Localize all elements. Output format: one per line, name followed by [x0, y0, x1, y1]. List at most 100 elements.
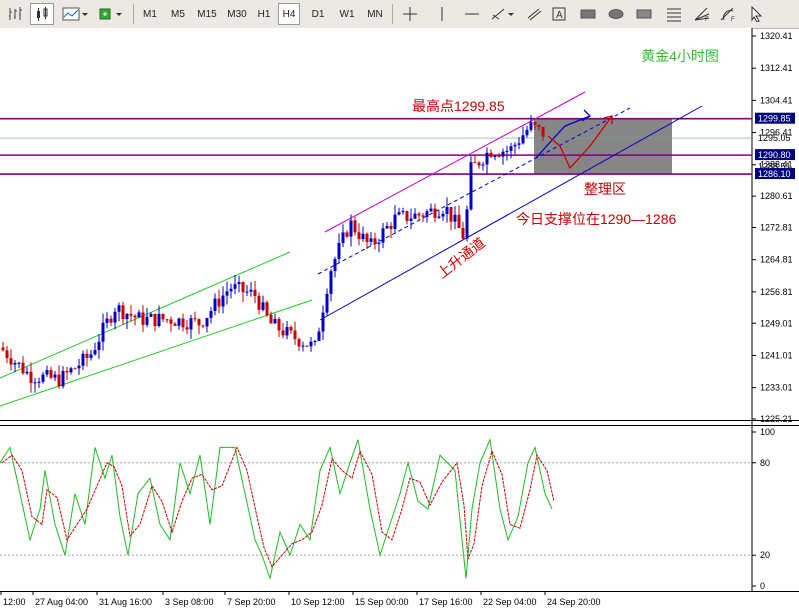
fibonacci-arc-icon[interactable]: F: [716, 3, 740, 25]
annotation-zone: 整理区: [584, 181, 626, 197]
fibonacci-icon[interactable]: [662, 3, 686, 25]
candle-body: [37, 381, 41, 383]
chart-bars-icon[interactable]: [4, 3, 26, 25]
candle-body: [473, 162, 477, 164]
candle-body: [517, 143, 521, 145]
candle-body: [181, 318, 185, 328]
candle-body: [257, 296, 261, 310]
candle-body: [425, 211, 429, 217]
candle-body: [405, 211, 409, 221]
candle-body: [349, 220, 353, 237]
candle-body: [65, 371, 69, 373]
candle-body: [157, 313, 161, 326]
consolidation-zone: [534, 118, 672, 175]
candle-body: [25, 371, 29, 374]
candle-body: [245, 291, 249, 293]
candle-body: [141, 312, 145, 325]
timeframe-m15[interactable]: M15: [193, 3, 221, 25]
ellipse-tool-icon[interactable]: [604, 3, 628, 25]
timeframe-mn[interactable]: MN: [362, 3, 388, 25]
chart-area[interactable]: 1299.851295.051290.801288.511286.10 1008…: [0, 28, 799, 608]
timeframe-w1[interactable]: W1: [334, 3, 360, 25]
candle-body: [533, 122, 537, 126]
crosshair-icon[interactable]: [398, 3, 422, 25]
stoch-axis-label: 20: [760, 550, 770, 560]
candle-body: [421, 215, 425, 217]
candle-body: [205, 317, 209, 327]
candle-body: [485, 152, 489, 165]
candle-body: [429, 208, 433, 212]
stoch-axis-label: 80: [760, 458, 770, 468]
candle-body: [97, 341, 101, 351]
candle-body: [389, 225, 393, 229]
candle-body: [269, 314, 273, 324]
chart-candles-icon[interactable]: [30, 3, 54, 25]
candle-body: [369, 238, 373, 242]
arrow-select-icon[interactable]: [744, 3, 768, 25]
channel-icon[interactable]: [523, 3, 545, 25]
line-chart-icon[interactable]: [60, 3, 90, 25]
stoch-main-line: [0, 437, 553, 581]
candle-body: [129, 313, 133, 316]
candle-body: [273, 318, 277, 324]
candle-body: [481, 164, 485, 166]
timeframe-m1[interactable]: M1: [137, 3, 163, 25]
candle-body: [289, 326, 293, 331]
rectangle-tool-icon[interactable]: [576, 3, 600, 25]
timeframe-d1[interactable]: D1: [305, 3, 331, 25]
svg-text:A: A: [556, 10, 563, 21]
candle-body: [329, 271, 333, 294]
candle-body: [537, 125, 541, 127]
candle-body: [525, 129, 529, 136]
candle-body: [365, 233, 369, 242]
time-axis-label: 24 Sep 20:00: [547, 597, 601, 607]
candle-body: [377, 242, 381, 244]
price-axis-label: 1272.81: [760, 223, 793, 233]
candle-body: [29, 371, 33, 383]
candle-body: [201, 325, 205, 327]
fibonacci-fan-icon[interactable]: F: [690, 3, 714, 25]
candle-body: [373, 238, 377, 244]
timeframe-h1[interactable]: H1: [253, 3, 275, 25]
candle-body: [261, 302, 265, 310]
time-axis-label: 12:00: [3, 597, 26, 607]
stochastic-oscillator: 100 80 20 0: [0, 427, 775, 591]
vertical-line-icon[interactable]: [430, 3, 454, 25]
price-axis-label: 1288.41: [760, 160, 793, 170]
price-axis-label: 1280.61: [760, 191, 793, 201]
candle-body: [109, 318, 113, 323]
candle-body: [173, 323, 177, 326]
candle-body: [61, 371, 65, 387]
candle-body: [89, 354, 93, 358]
timeframe-m5[interactable]: M5: [165, 3, 191, 25]
price-axis-label: 1225.21: [760, 414, 793, 424]
price-highlight-label: 1286.10: [758, 169, 791, 179]
price-axis-label: 1320.41: [760, 31, 793, 41]
annotation-high: 最高点1299.85: [412, 98, 505, 114]
candle-body: [529, 122, 533, 130]
candle-body: [105, 318, 109, 323]
time-axis-label: 3 Sep 08:00: [165, 597, 214, 607]
candle-body: [213, 298, 217, 311]
candle-body: [333, 259, 337, 272]
candle-body: [457, 214, 461, 229]
text-tool-icon[interactable]: A: [548, 3, 570, 25]
candle-body: [41, 374, 45, 382]
candle-body: [101, 322, 105, 342]
candle-body: [505, 150, 509, 152]
candle-body: [149, 313, 153, 317]
candle-body: [321, 312, 325, 332]
candle-body: [45, 370, 49, 375]
trend-line-icon[interactable]: [488, 3, 518, 25]
timeframe-m30[interactable]: M30: [223, 3, 251, 25]
timeframe-h4[interactable]: H4: [278, 3, 300, 25]
candle-body: [385, 225, 389, 229]
candle-body: [285, 326, 289, 336]
triangle-tool-icon[interactable]: [632, 3, 656, 25]
candle-body: [513, 144, 517, 147]
candle-body: [233, 284, 237, 289]
indicators-icon[interactable]: [96, 3, 126, 25]
horizontal-line-icon[interactable]: [460, 3, 484, 25]
price-axis-label: 1241.01: [760, 350, 793, 360]
candle-body: [445, 207, 449, 214]
